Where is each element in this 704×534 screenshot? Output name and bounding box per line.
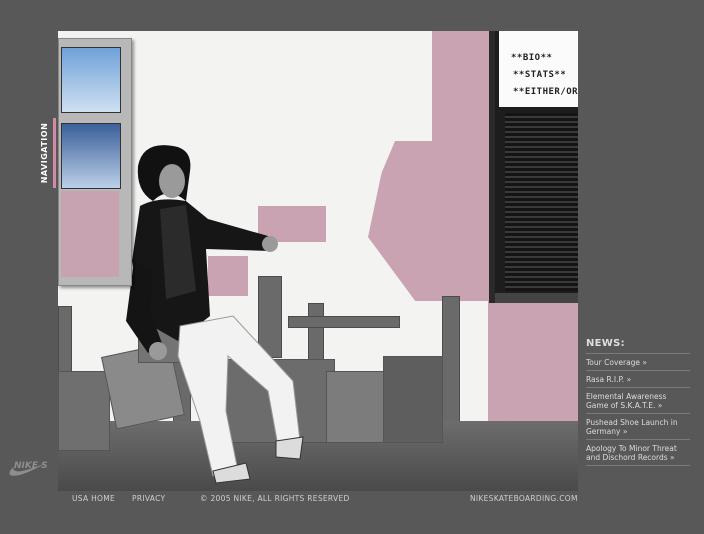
navigation-label: NAVIGATION xyxy=(40,122,49,184)
pink-wall-patch xyxy=(368,141,503,301)
hero-photo: **BIO** **STATS** **EITHER/OR** xyxy=(58,31,578,491)
footer-site-link[interactable]: NIKESKATEBOARDING.COM xyxy=(470,494,578,503)
bio-menu: **BIO** **STATS** **EITHER/OR** xyxy=(499,31,578,107)
navigation-accent-bar xyxy=(53,118,56,188)
svg-text:NIKE SB: NIKE SB xyxy=(14,461,48,471)
navigation-tab[interactable]: NAVIGATION xyxy=(40,118,54,188)
news-heading: NEWS: xyxy=(586,338,625,349)
news-panel: NEWS: Tour Coverage » Rasa R.I.P. » Elem… xyxy=(586,338,690,466)
stats-link[interactable]: **STATS** xyxy=(513,70,578,80)
skater-photo xyxy=(126,145,304,484)
nav-photo-skater-1[interactable] xyxy=(61,47,121,113)
news-item[interactable]: Elemental Awareness Game of S.K.A.T.E. » xyxy=(586,388,690,414)
navigation-panel xyxy=(58,38,132,286)
nav-photo-skater-2[interactable] xyxy=(61,123,121,189)
bio-link[interactable]: **BIO** xyxy=(511,53,578,63)
news-item[interactable]: Tour Coverage » xyxy=(586,354,690,371)
pink-wall-patch xyxy=(488,301,578,431)
footer-copyright: © 2005 NIKE, ALL RIGHTS RESERVED xyxy=(200,494,350,503)
either-or-link[interactable]: **EITHER/OR** xyxy=(513,87,578,97)
footer-privacy-link[interactable]: PRIVACY xyxy=(132,494,165,503)
cardboard-box xyxy=(58,371,110,451)
footer-usa-home-link[interactable]: USA HOME xyxy=(72,494,115,503)
news-item[interactable]: Pushead Shoe Launch in Germany » xyxy=(586,414,690,440)
news-item[interactable]: Apology To Minor Threat and Dischord Rec… xyxy=(586,440,690,466)
cardboard-box xyxy=(383,356,443,443)
window-sill xyxy=(495,293,578,303)
nike-sb-logo[interactable]: NIKE SB xyxy=(8,457,55,481)
swoosh-icon: NIKE SB xyxy=(9,461,55,476)
news-item[interactable]: Rasa R.I.P. » xyxy=(586,371,690,388)
shutter-slats xyxy=(505,113,578,291)
nav-pink-panel xyxy=(61,191,119,277)
pink-wall-patch xyxy=(432,31,496,151)
